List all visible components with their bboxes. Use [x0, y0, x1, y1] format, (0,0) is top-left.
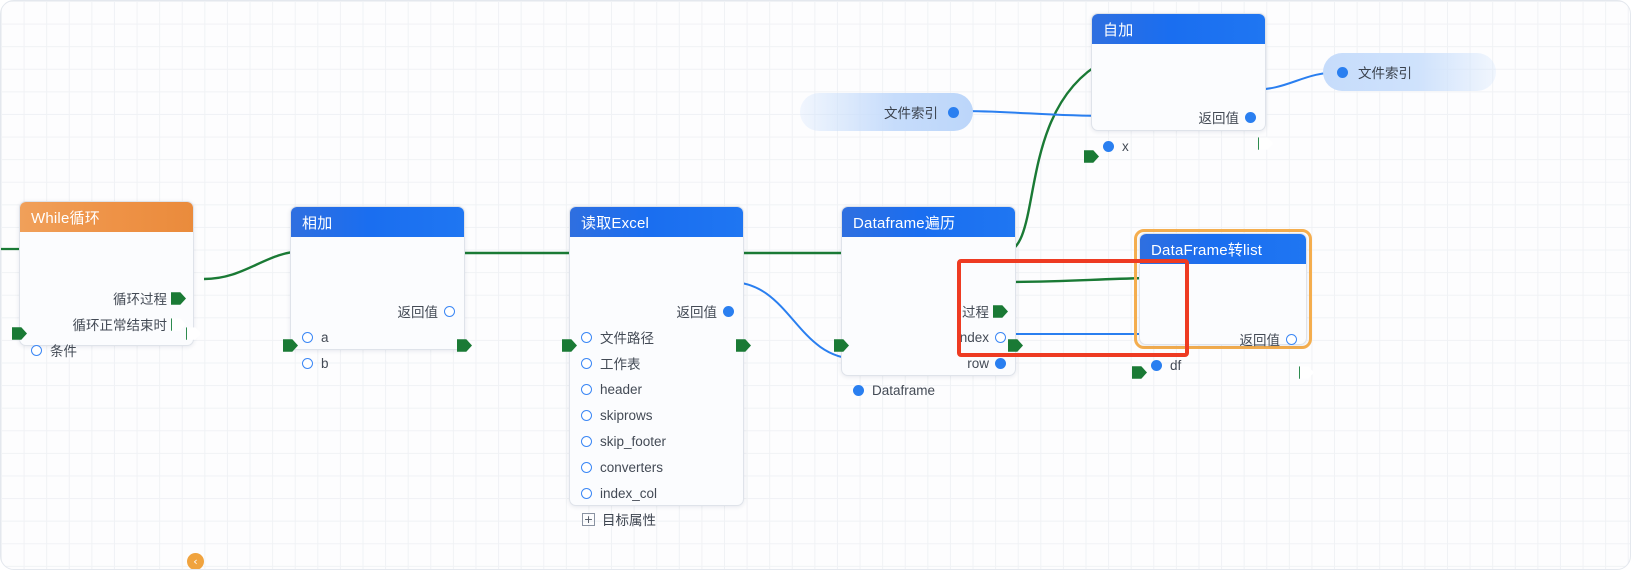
node-title: 相加 [291, 207, 464, 237]
data-input-port-df[interactable] [1151, 360, 1162, 371]
input-row-file-path: 文件路径 [570, 324, 743, 350]
input-row-converters: converters [570, 454, 743, 480]
data-input-port-skip-footer[interactable] [581, 436, 592, 447]
output-row-row: row [842, 350, 1015, 376]
output-label: 返回值 [1239, 333, 1281, 348]
output-row-loop-body: 循环过程 [20, 285, 193, 311]
output-row-return-value: 返回值 [1092, 104, 1265, 130]
output-row-index: index [842, 324, 1015, 350]
workflow-canvas[interactable]: While循环 循环过程 ‹ 循环正常结束时 条件 相加 返回值 a b 读取E… [0, 0, 1631, 570]
data-output-port-return-value[interactable] [1245, 112, 1256, 123]
input-row-condition: 条件 [20, 337, 193, 363]
input-label: header [600, 381, 643, 397]
node-while-loop[interactable]: While循环 循环过程 ‹ 循环正常结束时 条件 [12, 201, 204, 569]
node-dataframe-iterate[interactable]: Dataframe遍历 过程 index row Dataframe [834, 206, 1023, 398]
data-input-port-file-path[interactable] [581, 332, 592, 343]
input-label: a [321, 329, 329, 345]
data-input-port-sheet[interactable] [581, 358, 592, 369]
input-label: Dataframe [872, 382, 936, 398]
input-row-a: a [291, 324, 464, 350]
input-label: skip_footer [600, 433, 667, 449]
data-output-port-return-value[interactable] [723, 306, 734, 317]
node-title: Dataframe遍历 [842, 207, 1015, 237]
output-label: index [956, 329, 989, 345]
exec-output-port-loop-body[interactable] [171, 292, 186, 305]
data-input-port-condition[interactable] [31, 345, 42, 356]
exec-output-port-process[interactable] [993, 305, 1008, 318]
node-title: 自加 [1092, 14, 1265, 44]
input-label: df [1170, 357, 1182, 373]
output-row-return-value: 返回值 [570, 298, 743, 324]
output-label: 返回值 [676, 305, 718, 320]
data-output-port-index[interactable] [995, 332, 1006, 343]
output-label: 返回值 [1198, 111, 1240, 126]
input-row-b: b [291, 350, 464, 376]
input-row-header: header [570, 376, 743, 402]
node-title: DataFrame转list [1140, 234, 1306, 264]
input-row-skip-footer: skip_footer [570, 428, 743, 454]
input-label: 文件路径 [600, 331, 654, 346]
variable-pill-file-index-set[interactable]: 文件索引 [1323, 53, 1496, 91]
data-output-port-return-value[interactable] [444, 306, 455, 317]
input-label: index_col [600, 485, 658, 501]
input-row-x: x [1092, 133, 1265, 159]
input-label: converters [600, 459, 664, 475]
node-add[interactable]: 相加 返回值 a b [283, 206, 472, 371]
data-input-port-skiprows[interactable] [581, 410, 592, 421]
output-row-process: 过程 [842, 298, 1015, 324]
data-input-port-header[interactable] [581, 384, 592, 395]
expand-label: 目标属性 [602, 513, 656, 528]
node-self-increment[interactable]: 自加 返回值 x [1084, 13, 1266, 163]
input-row-skiprows: skiprows [570, 402, 743, 428]
output-row-loop-complete: 循环正常结束时 [20, 311, 193, 337]
exec-output-port-loop-complete[interactable] [171, 318, 186, 331]
expand-target-properties[interactable]: + 目标属性 [570, 506, 743, 532]
node-read-excel[interactable]: 读取Excel 返回值 文件路径 工作表 header skiprows ski… [562, 206, 751, 528]
input-label: 工作表 [600, 357, 641, 372]
plus-box-icon: + [582, 512, 595, 526]
output-label: 返回值 [397, 305, 439, 320]
output-label: row [967, 355, 989, 371]
output-row-return-value: 返回值 [1140, 326, 1306, 352]
input-row-dataframe: Dataframe [842, 377, 1015, 403]
data-input-port-converters[interactable] [581, 462, 592, 473]
data-output-port-row[interactable] [995, 358, 1006, 369]
node-title: 读取Excel [570, 207, 743, 237]
node-dataframe-to-list[interactable]: DataFrame转list 返回值 df [1132, 233, 1307, 379]
data-input-port-index-col[interactable] [581, 488, 592, 499]
data-input-port-variable[interactable] [1337, 66, 1348, 78]
input-row-sheet: 工作表 [570, 350, 743, 376]
variable-label: 文件索引 [884, 106, 938, 121]
output-row-return-value: 返回值 [291, 298, 464, 324]
data-input-port-a[interactable] [302, 332, 313, 343]
input-row-index-col: index_col [570, 480, 743, 506]
data-output-port-variable[interactable] [948, 106, 959, 118]
variable-pill-file-index-get[interactable]: 文件索引 [800, 93, 973, 131]
input-label: x [1122, 138, 1129, 154]
variable-label: 文件索引 [1358, 66, 1412, 81]
input-label: b [321, 355, 329, 371]
input-label: skiprows [600, 407, 653, 423]
output-label: 过程 [962, 305, 989, 320]
output-label: 循环过程 [113, 292, 167, 307]
data-input-port-x[interactable] [1103, 141, 1114, 152]
input-label: 条件 [50, 344, 77, 359]
input-row-df: df [1140, 352, 1306, 378]
output-label: 循环正常结束时 [72, 318, 168, 333]
node-title: While循环 [20, 202, 193, 232]
loop-back-chevron-icon[interactable]: ‹ [187, 553, 204, 569]
data-input-port-b[interactable] [302, 358, 313, 369]
data-output-port-return-value[interactable] [1286, 334, 1297, 345]
data-input-port-dataframe[interactable] [853, 385, 864, 396]
